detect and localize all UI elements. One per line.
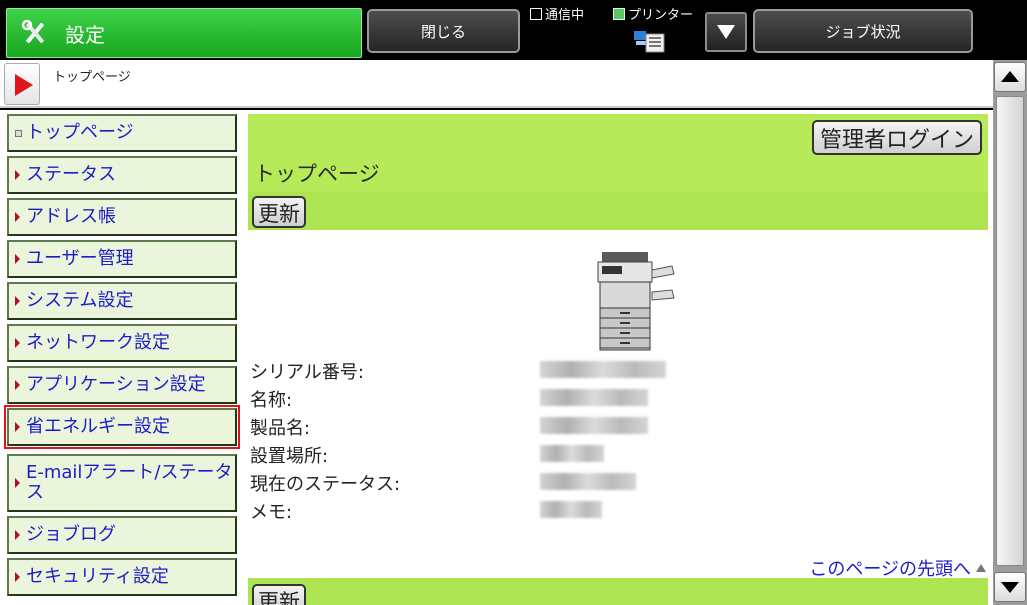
nav-item-job-log[interactable]: ジョブログ: [7, 516, 237, 554]
breadcrumb: トップページ: [53, 70, 131, 85]
scroll-thumb[interactable]: [996, 96, 1024, 566]
current-status-label: 現在のステータス:: [250, 474, 401, 495]
location-label: 設置場所:: [250, 446, 329, 467]
nav-item-address-book[interactable]: アドレス帳: [7, 198, 237, 236]
serial-label: シリアル番号:: [250, 362, 364, 383]
printer-label: プリンター: [628, 8, 694, 23]
web-page: トップページ ステータス アドレス帳 ユーザー管理 システム設定 ネットワーク設…: [0, 110, 993, 605]
header-band: [248, 192, 988, 230]
tools-icon: [21, 19, 49, 47]
page-header: 管理者ログイン トップページ 更新: [248, 114, 988, 230]
vertical-scrollbar[interactable]: [993, 60, 1027, 605]
copier-icon: [597, 252, 675, 351]
nav-item-application-settings[interactable]: アプリケーション設定: [7, 366, 237, 404]
close-button[interactable]: 閉じる: [367, 9, 520, 53]
nav-item-user-management[interactable]: ユーザー管理: [7, 240, 237, 278]
nav-item-top-page[interactable]: トップページ: [7, 114, 237, 152]
footer-band: [248, 578, 988, 605]
admin-login-button[interactable]: 管理者ログイン: [811, 120, 982, 155]
name-label: 名称:: [250, 390, 293, 411]
scroll-up-icon[interactable]: [994, 62, 1026, 92]
nav-item-network-settings[interactable]: ネットワーク設定: [7, 324, 237, 362]
job-status-button[interactable]: ジョブ状況: [753, 9, 973, 53]
refresh-button-bottom[interactable]: 更新: [252, 584, 306, 605]
refresh-button[interactable]: 更新: [252, 196, 306, 228]
printer-indicator: プリンター: [613, 4, 693, 23]
settings-tab[interactable]: 設定: [6, 8, 362, 58]
product-label: 製品名:: [250, 418, 311, 439]
nav-item-system-settings[interactable]: システム設定: [7, 282, 237, 320]
nav-item-security-settings[interactable]: セキュリティ設定: [7, 558, 237, 596]
comm-checkbox-icon: [530, 7, 542, 20]
redacted-value: [540, 361, 666, 378]
redacted-value: [540, 389, 648, 406]
status-dropdown-button[interactable]: [705, 12, 747, 52]
redacted-value: [540, 473, 636, 490]
redacted-value: [540, 445, 604, 462]
settings-title: 設定: [65, 22, 105, 47]
nav-item-status[interactable]: ステータス: [7, 156, 237, 194]
scroll-down-icon[interactable]: [994, 572, 1026, 602]
redacted-value: [540, 501, 602, 518]
printer-checkbox-icon: [613, 7, 625, 20]
up-arrow-icon: [976, 564, 986, 572]
chevron-down-icon: [717, 25, 735, 39]
breadcrumb-bar: トップページ: [0, 60, 993, 108]
nav-item-email-alert-status[interactable]: E-mailアラート/ステータス: [7, 454, 237, 512]
top-bar: 設定 閉じる 通信中 プリンター ジョブ状況: [0, 0, 1027, 60]
comm-label: 通信中: [545, 8, 585, 23]
memo-label: メモ:: [250, 502, 293, 523]
comm-indicator: 通信中: [530, 4, 584, 23]
breadcrumb-play-icon[interactable]: [4, 63, 40, 105]
printer-job-icon: [634, 31, 665, 53]
page-title: トップページ: [254, 162, 380, 186]
redacted-value: [540, 417, 648, 434]
nav-item-energy-saving[interactable]: 省エネルギー設定: [4, 405, 240, 449]
